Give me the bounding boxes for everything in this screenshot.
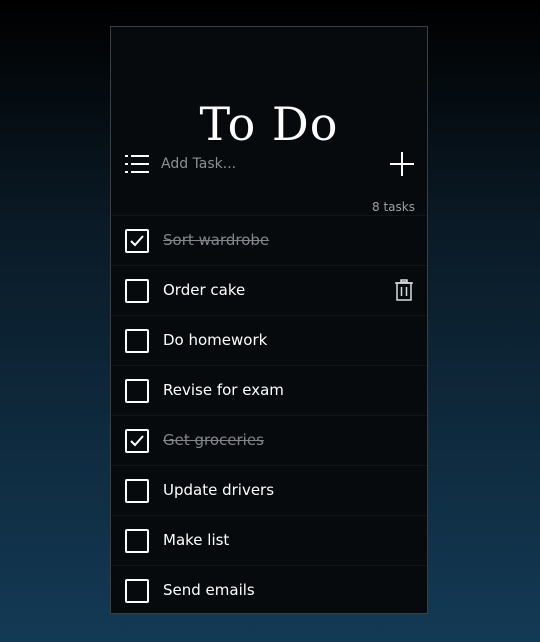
task-checkbox[interactable] — [125, 579, 149, 603]
task-checkbox[interactable] — [125, 329, 149, 353]
task-checkbox[interactable] — [125, 279, 149, 303]
task-item[interactable]: Sort wardrobe — [111, 215, 427, 265]
task-count: 8 tasks — [372, 200, 415, 214]
task-checkbox[interactable] — [125, 379, 149, 403]
todo-app: To Do 8 tasks Sort wardrobe Order cake Do … — [110, 26, 428, 614]
task-label: Send emails — [163, 581, 255, 599]
task-checkbox[interactable] — [125, 229, 149, 253]
task-label: Revise for exam — [163, 381, 284, 399]
checkmark-icon — [130, 435, 144, 447]
add-task-input[interactable] — [161, 151, 361, 177]
plus-icon[interactable] — [389, 151, 415, 177]
task-list: Sort wardrobe Order cake Do homework Revise… — [111, 215, 427, 615]
task-item[interactable]: Revise for exam — [111, 365, 427, 415]
task-item[interactable]: Get groceries — [111, 415, 427, 465]
task-checkbox[interactable] — [125, 479, 149, 503]
task-checkbox[interactable] — [125, 529, 149, 553]
task-label: Get groceries — [163, 431, 264, 449]
task-item[interactable]: Do homework — [111, 315, 427, 365]
add-task-row — [111, 147, 427, 191]
task-label: Sort wardrobe — [163, 231, 270, 249]
task-item[interactable]: Update drivers — [111, 465, 427, 515]
task-label: Do homework — [163, 331, 268, 349]
list-icon — [125, 155, 149, 173]
task-item[interactable]: Order cake — [111, 265, 427, 315]
app-title: To Do — [199, 97, 339, 151]
task-label: Make list — [163, 531, 230, 549]
trash-icon[interactable] — [394, 279, 414, 301]
checkmark-icon — [130, 235, 144, 247]
task-label: Update drivers — [163, 481, 275, 499]
task-label: Order cake — [163, 281, 246, 299]
task-item[interactable]: Make list — [111, 515, 427, 565]
task-item[interactable]: Send emails — [111, 565, 427, 615]
task-checkbox[interactable] — [125, 429, 149, 453]
